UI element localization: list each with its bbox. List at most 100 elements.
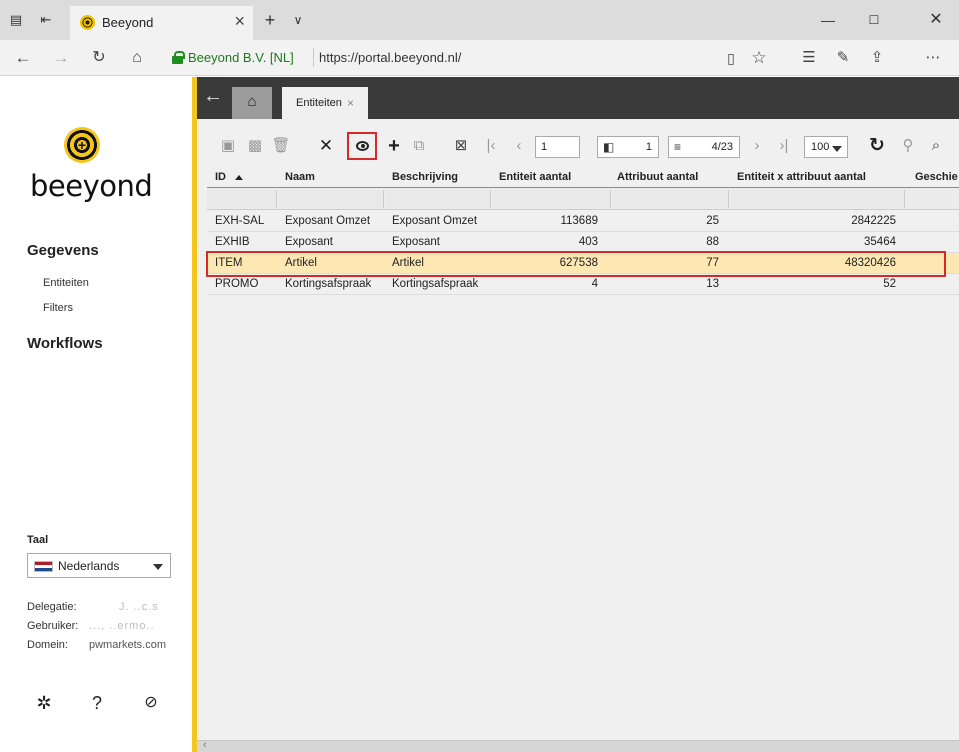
tab-actions-icon[interactable]: ▤ (8, 12, 24, 28)
url-text[interactable]: https://portal.beeyond.nl/ (319, 50, 461, 65)
logo-plus-icon: + (77, 137, 87, 153)
chevron-down-icon (832, 146, 842, 152)
forward-icon[interactable]: → (50, 48, 72, 68)
web-note-icon[interactable]: ✎ (832, 48, 854, 68)
table-row[interactable]: PROMO Kortingsafspraak Kortingsafspraak … (207, 274, 959, 295)
cell-entiteit-aantal: 4 (591, 278, 598, 290)
filter-entiteit-aantal[interactable] (493, 190, 611, 208)
maximize-icon[interactable]: ☐ (851, 8, 897, 32)
tab-title: Beeyond (102, 15, 154, 30)
content-area: ▣ ▩ 🗑 ✕ + ⧉ ⊠ |‹ ‹ 1 ◧ 1 ≡ 4/23 › ›| 100… (197, 119, 959, 752)
page-number-input[interactable]: 1 (535, 136, 580, 158)
info-label: Gebruiker: (27, 620, 79, 632)
cell-naam: Kortingsafspraak (285, 278, 372, 290)
dutch-flag-icon (34, 561, 53, 572)
filter-entiteit-x-attribuut[interactable] (731, 190, 905, 208)
minimize-icon[interactable]: — (805, 8, 851, 32)
refresh-icon[interactable]: ↻ (866, 135, 888, 157)
site-identity[interactable]: Beeyond B.V. [NL] (188, 50, 294, 65)
col-naam[interactable]: Naam (285, 171, 315, 183)
table-row[interactable]: EXH-SAL Exposant Omzet Exposant Omzet 11… (207, 211, 959, 232)
language-select[interactable]: Nederlands (27, 553, 171, 578)
filter-id[interactable] (207, 190, 277, 208)
export-excel-icon[interactable]: ⊠ (450, 135, 472, 157)
share-icon[interactable]: ⇪ (866, 48, 888, 68)
filter-attribuut-aantal[interactable] (613, 190, 729, 208)
close-window-icon[interactable]: ✕ (913, 8, 959, 32)
set-tabs-aside-icon[interactable]: ⇤ (38, 12, 54, 28)
section-gegevens[interactable]: Gegevens (27, 242, 99, 259)
new-tab-icon[interactable]: + (262, 11, 278, 29)
add-icon[interactable]: + (383, 135, 405, 157)
reading-view-icon[interactable]: ▯ (720, 48, 742, 68)
cell-entiteit-x-attribuut: 52 (883, 278, 896, 290)
cell-attribuut-aantal: 88 (706, 236, 719, 248)
language-label: Taal (27, 534, 49, 546)
sidebar-item-filters[interactable]: Filters (43, 302, 73, 314)
url-field[interactable]: Beeyond B.V. [NL] https://portal.beeyond… (172, 47, 792, 69)
beeyond-favicon-icon (80, 15, 95, 30)
help-icon[interactable]: ? (86, 692, 108, 714)
first-page-icon[interactable]: |‹ (480, 135, 502, 157)
view-button-highlight[interactable] (347, 132, 377, 160)
home-tab-icon[interactable]: ⌂ (232, 87, 272, 119)
tab-entiteiten[interactable]: Entiteiten × (282, 87, 368, 119)
search-icon[interactable]: ⚲ (897, 135, 919, 157)
cell-entiteit-x-attribuut: 35464 (864, 236, 896, 248)
back-icon[interactable]: ← (12, 48, 34, 68)
next-page-icon[interactable]: › (746, 135, 768, 157)
table-row[interactable]: EXHIB Exposant Exposant 403 88 35464 (207, 232, 959, 253)
tab-close-icon[interactable]: × (347, 96, 354, 110)
home-icon[interactable]: ⌂ (126, 48, 148, 68)
cell-beschrijving: Exposant Omzet (392, 215, 478, 227)
selected-row-highlight (206, 251, 946, 277)
refresh-icon[interactable]: ↻ (88, 48, 110, 68)
col-entiteit-x-attribuut[interactable]: Entiteit x attribuut aantal (737, 171, 866, 183)
previous-page-icon[interactable]: ‹ (508, 135, 530, 157)
copy-icon[interactable]: ⧉ (408, 135, 430, 157)
chevron-down-icon (153, 564, 163, 570)
app-back-icon[interactable]: ← (203, 85, 223, 108)
save-as-icon[interactable]: ▩ (244, 135, 266, 157)
cell-entiteit-aantal: 113689 (560, 215, 598, 227)
last-page-icon[interactable]: ›| (773, 135, 795, 157)
col-id[interactable]: ID (215, 171, 226, 183)
sort-ascending-icon[interactable] (235, 175, 243, 180)
info-value: ..., ..ermo.. (89, 620, 155, 632)
cell-entiteit-x-attribuut: 2842225 (851, 215, 896, 227)
cell-naam: Exposant Omzet (285, 215, 371, 227)
app-tabbar: ← ⌂ Entiteiten × (197, 77, 959, 119)
hide-eye-icon[interactable]: ⊘ (140, 692, 162, 714)
cell-beschrijving: Kortingsafspraak (392, 278, 479, 290)
settings-gear-icon[interactable]: ✲ (33, 692, 55, 714)
url-separator (313, 48, 314, 67)
logo-text: beeyond (30, 169, 153, 203)
save-icon[interactable]: ▣ (217, 135, 239, 157)
browser-tab-beeyond[interactable]: Beeyond × (70, 6, 253, 40)
advanced-search-icon[interactable]: ⌕ (925, 135, 947, 157)
col-beschrijving[interactable]: Beschrijving (392, 171, 458, 183)
favorite-star-icon[interactable]: ☆ (748, 48, 770, 68)
page-size-value: 100 (811, 141, 830, 153)
scroll-left-icon[interactable]: ‹ (203, 739, 207, 751)
page-size-select[interactable]: 100 (804, 136, 848, 158)
section-workflows[interactable]: Workflows (27, 335, 103, 352)
info-delegatie: Delegatie: J. ..c.s (27, 601, 158, 613)
col-geschiedenis[interactable]: Geschie (915, 171, 958, 183)
sidebar-item-entiteiten[interactable]: Entiteiten (43, 277, 89, 289)
tab-close-icon[interactable]: × (234, 12, 245, 30)
cell-entiteit-aantal: 403 (578, 236, 598, 248)
cancel-x-icon[interactable]: ✕ (315, 135, 337, 157)
favorites-hub-icon[interactable]: ☰ (798, 48, 820, 68)
record-position-value: 4/23 (711, 141, 733, 153)
col-attribuut-aantal[interactable]: Attribuut aantal (617, 171, 698, 183)
filter-beschrijving[interactable] (386, 190, 491, 208)
more-icon[interactable]: ⋯ (922, 48, 944, 68)
horizontal-scrollbar[interactable]: ‹ (197, 739, 959, 752)
delete-icon[interactable]: 🗑 (270, 135, 292, 157)
cell-id: EXH-SAL (215, 215, 265, 227)
tab-preview-chevron-icon[interactable]: ∨ (290, 12, 306, 28)
col-entiteit-aantal[interactable]: Entiteit aantal (499, 171, 571, 183)
filter-naam[interactable] (279, 190, 384, 208)
eye-icon (356, 141, 369, 151)
